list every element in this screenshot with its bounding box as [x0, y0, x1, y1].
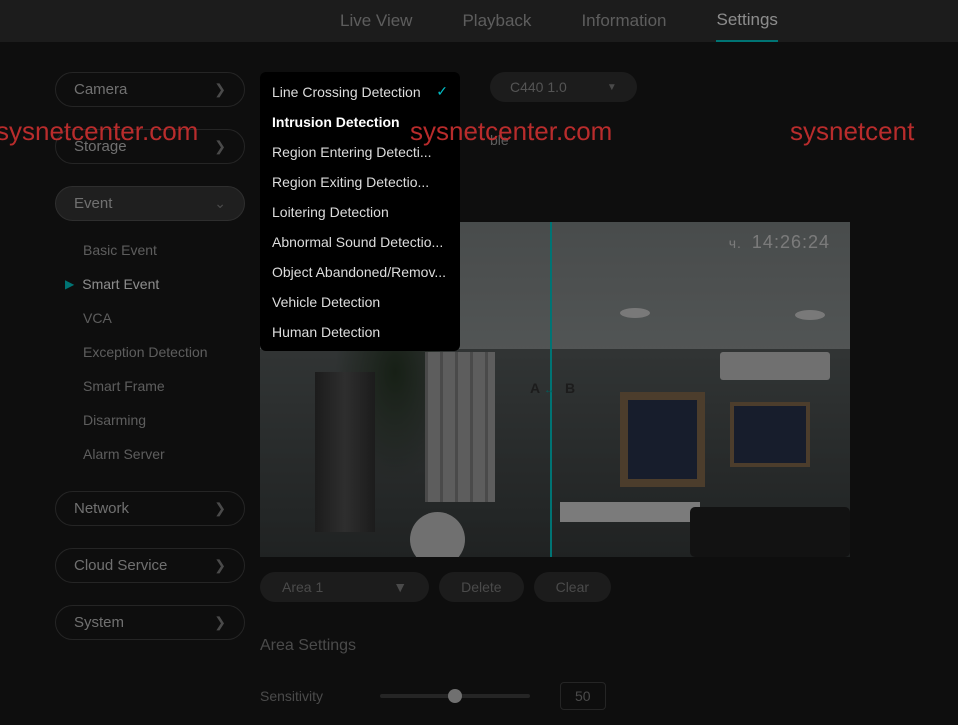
sidebar-camera[interactable]: Camera ❯: [55, 72, 245, 107]
sidebar-item-alarm-server[interactable]: Alarm Server: [65, 437, 260, 471]
sidebar-item-smart-event-label: Smart Event: [82, 276, 159, 292]
nav-playback[interactable]: Playback: [462, 1, 531, 41]
video-scene-light: [795, 310, 825, 320]
triangle-down-icon: ▼: [607, 82, 617, 93]
top-navigation: Live View Playback Information Settings: [0, 0, 958, 42]
sidebar-storage-label: Storage: [74, 138, 127, 155]
dropdown-item-line-crossing[interactable]: Line Crossing Detection ✓: [260, 76, 460, 107]
chevron-right-icon: ❯: [214, 557, 226, 574]
play-icon: ▶: [65, 277, 74, 291]
enable-label: ble: [490, 132, 958, 148]
sidebar-item-basic-event[interactable]: Basic Event: [65, 233, 260, 267]
sidebar-network-label: Network: [74, 500, 129, 517]
video-scene-ac: [720, 352, 830, 380]
nav-live-view[interactable]: Live View: [340, 1, 412, 41]
dropdown-item-vehicle[interactable]: Vehicle Detection: [260, 287, 460, 317]
sidebar-system[interactable]: System ❯: [55, 605, 245, 640]
sidebar-item-disarming[interactable]: Disarming: [65, 403, 260, 437]
sensitivity-value[interactable]: 50: [560, 682, 606, 710]
video-scene-picture: [730, 402, 810, 467]
timestamp-value: 14:26:24: [752, 232, 830, 252]
dropdown-item-label: Line Crossing Detection: [272, 84, 421, 100]
check-icon: ✓: [436, 83, 448, 100]
sidebar-item-exception-detection[interactable]: Exception Detection: [65, 335, 260, 369]
dropdown-item-human[interactable]: Human Detection: [260, 317, 460, 347]
chevron-right-icon: ❯: [214, 500, 226, 517]
detection-type-dropdown[interactable]: Line Crossing Detection ✓ Intrusion Dete…: [260, 72, 460, 351]
video-scene-light: [620, 308, 650, 318]
dropdown-item-object-abandoned[interactable]: Object Abandoned/Remov...: [260, 257, 460, 287]
chevron-down-icon: ⌄: [214, 195, 226, 212]
area-select-value: Area 1: [282, 579, 323, 595]
video-scene-table: [560, 502, 700, 522]
nav-information[interactable]: Information: [581, 1, 666, 41]
slider-thumb[interactable]: [448, 689, 462, 703]
dropdown-item-intrusion[interactable]: Intrusion Detection: [260, 107, 460, 137]
detection-marker-b: B: [565, 380, 575, 396]
detection-marker-a: A: [530, 380, 540, 396]
video-scene-chairs: [690, 507, 850, 557]
sidebar-event[interactable]: Event ⌄: [55, 186, 245, 221]
nav-settings[interactable]: Settings: [716, 0, 777, 42]
dropdown-item-region-entering[interactable]: Region Entering Detecti...: [260, 137, 460, 167]
channel-value: C440 1.0: [510, 79, 567, 95]
area-select[interactable]: Area 1 ▼: [260, 572, 429, 602]
dropdown-item-abnormal-sound[interactable]: Abnormal Sound Detectio...: [260, 227, 460, 257]
video-scene-dispenser: [315, 372, 375, 532]
delete-button[interactable]: Delete: [439, 572, 523, 602]
sidebar-event-label: Event: [74, 195, 112, 212]
sidebar-camera-label: Camera: [74, 81, 127, 98]
dropdown-item-loitering[interactable]: Loitering Detection: [260, 197, 460, 227]
sensitivity-label: Sensitivity: [260, 688, 350, 704]
sidebar-cloud-service[interactable]: Cloud Service ❯: [55, 548, 245, 583]
clear-button[interactable]: Clear: [534, 572, 611, 602]
channel-select[interactable]: C440 1.0 ▼: [490, 72, 637, 102]
sidebar-item-smart-frame[interactable]: Smart Frame: [65, 369, 260, 403]
video-timestamp: ч. 14:26:24: [729, 232, 830, 254]
sidebar-storage[interactable]: Storage ❯: [55, 129, 245, 164]
sidebar-cloud-service-label: Cloud Service: [74, 557, 167, 574]
timestamp-prefix: ч.: [729, 235, 742, 251]
chevron-right-icon: ❯: [214, 138, 226, 155]
area-settings-heading: Area Settings: [260, 637, 356, 655]
sidebar-network[interactable]: Network ❯: [55, 491, 245, 526]
triangle-down-icon: ▼: [393, 579, 407, 595]
sidebar-system-label: System: [74, 614, 124, 631]
chevron-right-icon: ❯: [214, 614, 226, 631]
video-scene-picture: [620, 392, 705, 487]
sidebar-item-smart-event[interactable]: ▶ Smart Event: [65, 267, 260, 301]
arrow-icon: ↔: [544, 384, 555, 396]
sidebar-item-vca[interactable]: VCA: [65, 301, 260, 335]
sensitivity-slider[interactable]: [380, 694, 530, 698]
video-scene-window: [425, 352, 495, 502]
content-area: Line Crossing Detection ✓ Intrusion Dete…: [260, 42, 958, 662]
chevron-right-icon: ❯: [214, 81, 226, 98]
dropdown-item-region-exiting[interactable]: Region Exiting Detectio...: [260, 167, 460, 197]
event-subitems: Basic Event ▶ Smart Event VCA Exception …: [65, 233, 260, 471]
sidebar: Camera ❯ Storage ❯ Event ⌄ Basic Event ▶…: [0, 42, 260, 662]
